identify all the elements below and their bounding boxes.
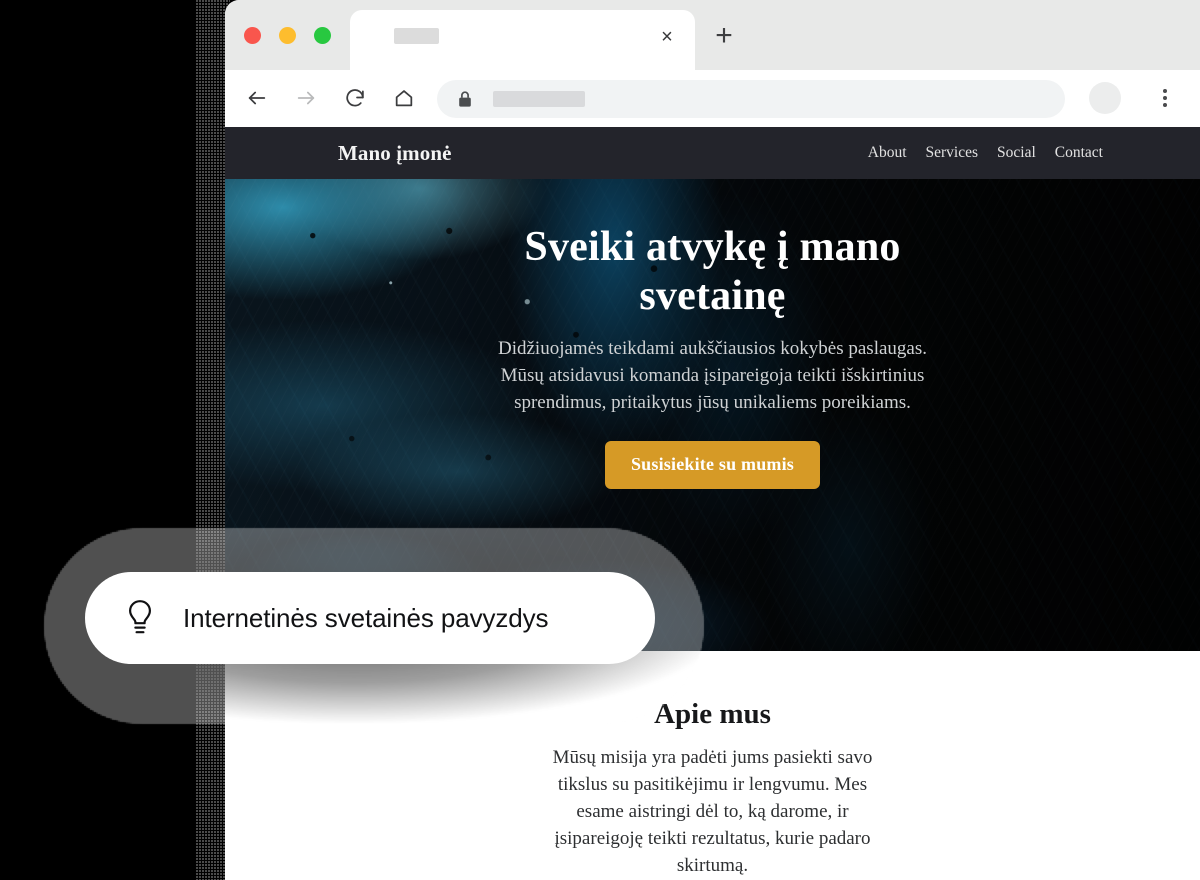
forward-arrow-icon[interactable] — [290, 82, 322, 114]
browser-window: × + Mano įmonė About Services Social Con… — [225, 0, 1200, 880]
site-viewport: Mano įmonė About Services Social Contact… — [225, 127, 1200, 880]
menu-dot — [1163, 89, 1167, 93]
hero-content: Sveiki atvykę į mano svetainę Didžiuojam… — [225, 179, 1200, 490]
nav-link-about[interactable]: About — [868, 144, 907, 162]
new-tab-icon[interactable]: + — [710, 21, 738, 51]
tab-title-placeholder — [394, 28, 439, 44]
nav-link-social[interactable]: Social — [997, 144, 1036, 162]
menu-dot — [1163, 103, 1167, 107]
tab-close-icon[interactable]: × — [657, 27, 677, 47]
window-zoom-button[interactable] — [314, 27, 331, 44]
browser-tab[interactable]: × — [350, 10, 695, 70]
hero-subtitle: Didžiuojamės teikdami aukščiausios kokyb… — [498, 338, 927, 414]
window-minimize-button[interactable] — [279, 27, 296, 44]
window-traffic-lights — [244, 27, 331, 44]
site-nav-links: About Services Social Contact — [868, 144, 1103, 162]
about-text: Mūsų misija yra padėti jums pasiekti sav… — [552, 747, 873, 876]
site-brand[interactable]: Mano įmonė — [338, 141, 452, 166]
menu-dot — [1163, 96, 1167, 100]
site-navbar: Mano įmonė About Services Social Contact — [225, 127, 1200, 179]
lightbulb-icon — [123, 598, 157, 638]
hero-title: Sveiki atvykę į mano svetainę — [524, 224, 901, 319]
tooltip-pill[interactable]: Internetinės svetainės pavyzdys — [85, 572, 655, 664]
lock-icon — [457, 90, 473, 108]
browser-tab-strip: × + — [225, 0, 1200, 70]
avatar[interactable] — [1089, 82, 1121, 114]
nav-link-services[interactable]: Services — [926, 144, 979, 162]
url-placeholder — [493, 91, 585, 107]
browser-toolbar — [225, 70, 1200, 127]
hero-cta-button[interactable]: Susisiekite su mumis — [604, 441, 821, 490]
reload-icon[interactable] — [339, 82, 371, 114]
address-bar[interactable] — [437, 80, 1065, 118]
nav-link-contact[interactable]: Contact — [1055, 144, 1103, 162]
back-arrow-icon[interactable] — [241, 82, 273, 114]
tooltip-label: Internetinės svetainės pavyzdys — [183, 602, 549, 633]
kebab-menu-icon[interactable] — [1155, 82, 1175, 114]
window-close-button[interactable] — [244, 27, 261, 44]
home-icon[interactable] — [388, 82, 420, 114]
